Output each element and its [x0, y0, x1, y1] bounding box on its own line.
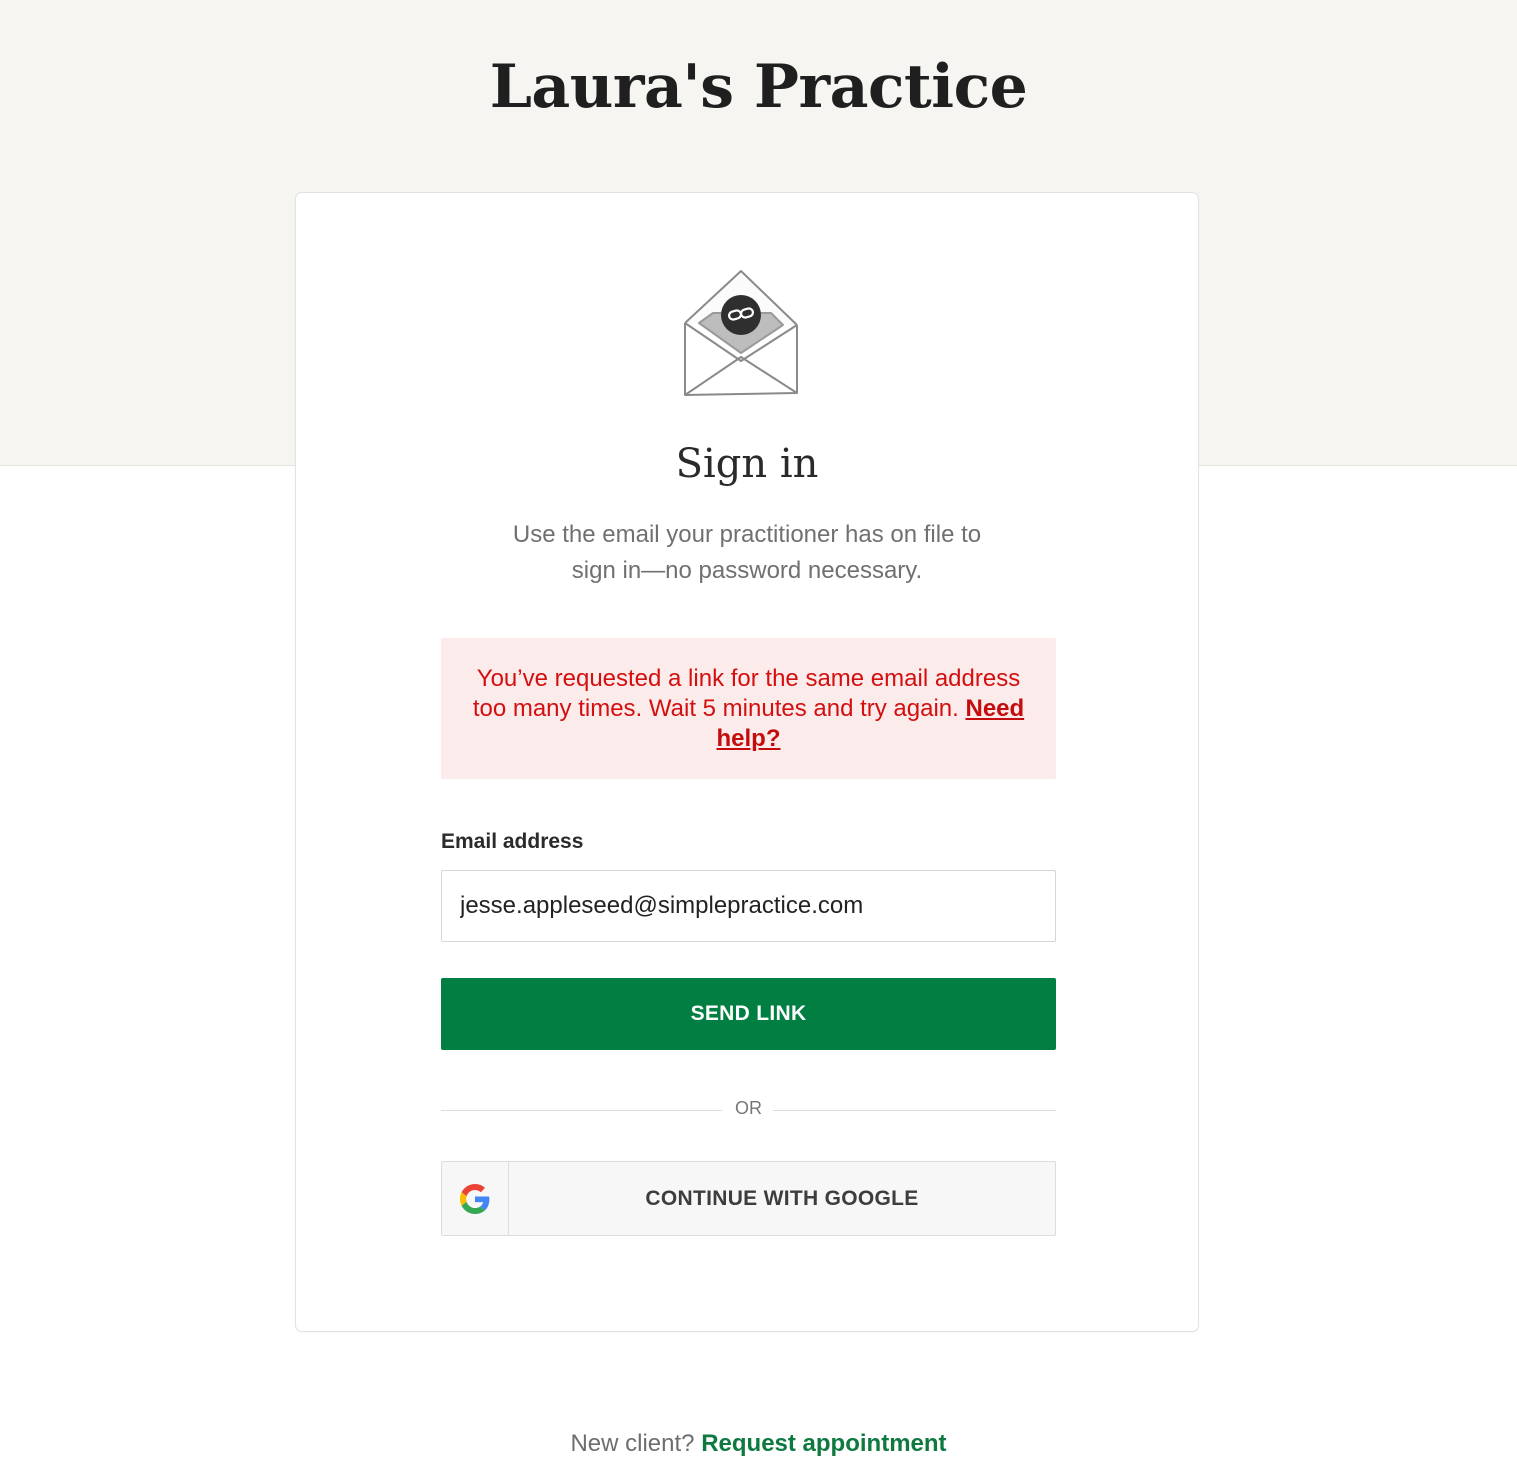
google-button-label: CONTINUE WITH GOOGLE: [645, 1186, 919, 1210]
or-divider: OR: [441, 1098, 1056, 1124]
google-icon: [460, 1183, 490, 1214]
continue-with-google-button[interactable]: CONTINUE WITH GOOGLE: [441, 1161, 1056, 1236]
practice-title: Laura's Practice: [489, 52, 1028, 122]
google-icon-cell: [442, 1162, 509, 1235]
signin-heading: Sign in: [675, 441, 819, 487]
footer: New client? Request appointment: [0, 1430, 1517, 1458]
error-alert: You’ve requested a link for the same ema…: [441, 638, 1056, 779]
send-link-button[interactable]: SEND LINK: [441, 978, 1056, 1050]
error-message: You’ve requested a link for the same ema…: [472, 664, 1021, 722]
envelope-link-icon: [684, 270, 798, 396]
signin-card: Sign in Use the email your practitioner …: [295, 192, 1199, 1332]
request-appointment-link[interactable]: Request appointment: [701, 1430, 946, 1457]
signin-subtitle: Use the email your practitioner has on f…: [512, 521, 982, 584]
divider-line-right: [773, 1110, 1056, 1111]
email-field[interactable]: [441, 870, 1056, 942]
error-message-container: You’ve requested a link for the same ema…: [471, 664, 1026, 754]
new-client-prompt: New client?: [570, 1430, 695, 1457]
divider-text: OR: [735, 1098, 762, 1118]
email-label: Email address: [441, 830, 584, 853]
